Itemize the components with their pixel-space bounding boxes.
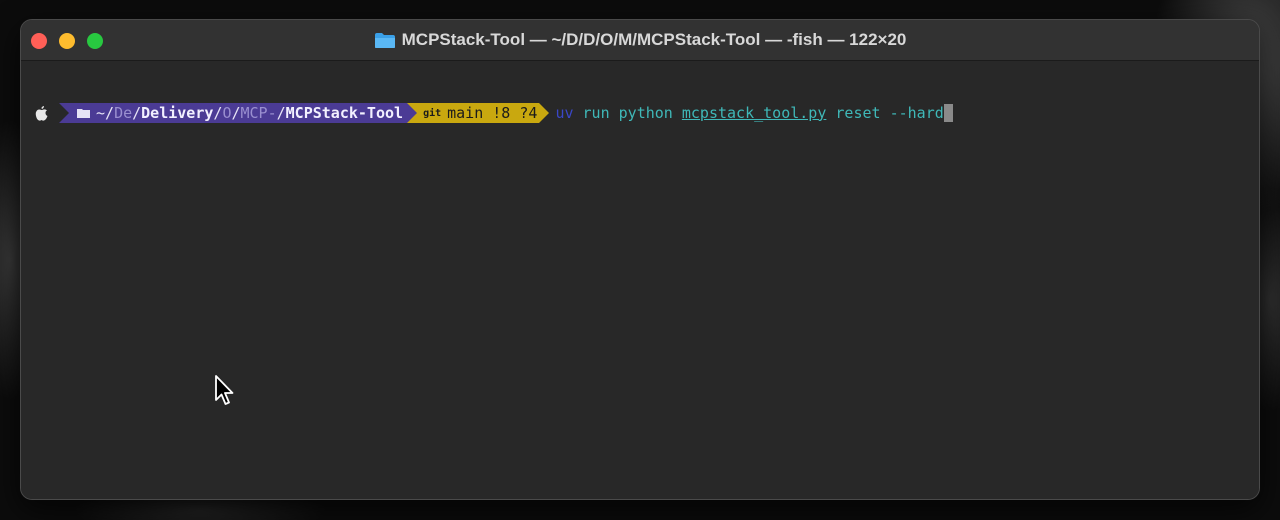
- git-branch: main: [447, 104, 484, 122]
- git-icon: git: [423, 107, 442, 119]
- terminal-content[interactable]: ~/De / Delivery / O / MCP- / MCPStack-Tool git m…: [21, 61, 1259, 499]
- command-python: python: [618, 103, 673, 122]
- command-file: mcpstack_tool.py: [681, 103, 827, 122]
- path-sep: /: [276, 104, 286, 122]
- path-sep: /: [132, 104, 142, 122]
- path-part-o: O: [222, 104, 232, 122]
- terminal-window: MCPStack-Tool — ~/D/D/O/M/MCPStack-Tool …: [20, 19, 1260, 500]
- command-flag: --hard: [889, 103, 944, 122]
- git-status: !8 ?4: [492, 104, 538, 122]
- command-reset: reset: [835, 103, 881, 122]
- path-sep: /: [213, 104, 223, 122]
- prompt-line: ~/De / Delivery / O / MCP- / MCPStack-Tool git m…: [33, 103, 953, 123]
- path-home: ~/: [96, 104, 115, 122]
- apple-icon: [33, 104, 49, 122]
- path-part-delivery: Delivery: [141, 104, 214, 122]
- command-input[interactable]: uv run python mcpstack_tool.py reset --h…: [555, 103, 953, 123]
- folder-icon: [77, 109, 90, 118]
- text-cursor: [943, 104, 953, 123]
- command-uv: uv: [555, 103, 574, 122]
- directory-segment: ~/De / Delivery / O / MCP- / MCPStack-Tool: [59, 103, 408, 123]
- path-current-dir: MCPStack-Tool: [285, 104, 404, 122]
- command-run: run: [582, 103, 610, 122]
- path-part-mcp: MCP-: [240, 104, 277, 122]
- window-title: MCPStack-Tool — ~/D/D/O/M/MCPStack-Tool …: [401, 30, 907, 49]
- desktop-background: MCPStack-Tool — ~/D/D/O/M/MCPStack-Tool …: [0, 0, 1280, 520]
- git-segment: git main !8 ?4: [407, 103, 550, 123]
- path-sep: /: [231, 104, 241, 122]
- path-part-de: De: [114, 104, 133, 122]
- mouse-pointer-icon: [215, 375, 234, 405]
- folder-icon: [374, 32, 395, 48]
- window-title-area: MCPStack-Tool — ~/D/D/O/M/MCPStack-Tool …: [21, 20, 1259, 60]
- title-bar[interactable]: MCPStack-Tool — ~/D/D/O/M/MCPStack-Tool …: [21, 20, 1259, 61]
